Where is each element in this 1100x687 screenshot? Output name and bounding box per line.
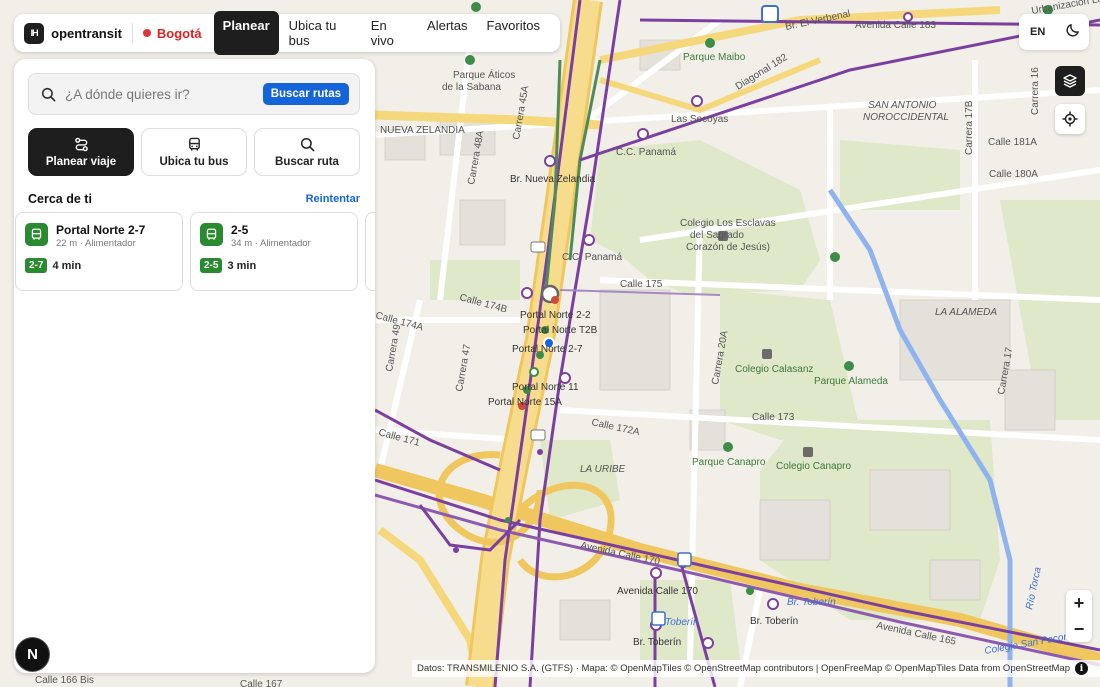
topbar-divider (131, 23, 133, 43)
mode-tabs: Planear viaje Ubica tu bus Buscar ruta (28, 128, 360, 176)
search-routes-button[interactable]: Buscar rutas (262, 83, 349, 105)
label-parque-maibo: Parque Maibo (683, 52, 746, 63)
nextjs-devtools-button[interactable]: N (16, 638, 49, 671)
label-portal-norte-11: Portal Norte 11 (512, 382, 579, 393)
label-colegio-calasanz: Colegio Calasanz (735, 364, 813, 375)
layers-button[interactable] (1055, 66, 1085, 96)
nearby-header: Cerca de ti Reintentar (28, 192, 360, 206)
label-la-uribe: LA URIBE (580, 464, 626, 475)
main-nav: Planear Ubica tu bus En vivo Alertas Fav… (213, 11, 550, 55)
nav-favoritos[interactable]: Favoritos (478, 11, 549, 55)
nearby-stop-card[interactable]: 2-5 34 m · Alimentador 2-5 3 min (190, 212, 358, 291)
mode-planear-viaje[interactable]: Planear viaje (28, 128, 134, 176)
destination-search-input[interactable] (65, 86, 263, 102)
zoom-in-button[interactable]: + (1066, 590, 1092, 616)
label-br-toberin-2: Br. Toberín (787, 597, 836, 608)
top-navigation-bar: IH opentransit Bogotá Planear Ubica tu b… (14, 11, 560, 55)
label-portal-norte-15a: Portal Norte 15A (488, 397, 562, 408)
label-colegio-esclavas-2: del Sagrado (690, 230, 744, 241)
crosshair-icon (1062, 111, 1078, 127)
retry-link[interactable]: Reintentar (306, 193, 360, 205)
label-colegio-esclavas-3: Corazón de Jesús) (686, 242, 770, 253)
zoom-out-button[interactable]: − (1066, 616, 1092, 642)
nav-planear[interactable]: Planear (213, 11, 279, 55)
dark-mode-moon-icon[interactable] (1066, 22, 1081, 42)
stop-name: Portal Norte 2-7 (56, 223, 146, 237)
label-la-alameda: LA ALAMEDA (935, 307, 997, 318)
opentransit-logo-icon[interactable]: IH (24, 22, 45, 44)
label-portal-norte-t2b: Portal Norte T2B (523, 325, 598, 336)
label-calle-175: Calle 175 (620, 279, 663, 290)
city-selector[interactable]: Bogotá (142, 25, 202, 41)
mode-buscar-ruta[interactable]: Buscar ruta (254, 128, 360, 176)
label-parque-aticos-2: de la Sabana (442, 82, 501, 93)
bus-icon (188, 137, 200, 151)
zoom-controls: + − (1066, 590, 1092, 642)
header-controls: EN (1019, 14, 1089, 50)
mode-label: Ubica tu bus (159, 155, 229, 168)
label-san-antonio: SAN ANTONIO (868, 100, 937, 111)
label-calle-181a: Calle 181A (988, 137, 1037, 148)
mode-ubica-tu-bus[interactable]: Ubica tu bus (141, 128, 247, 176)
label-toberin: Toberín (665, 617, 699, 628)
label-carrera-16: Carrera 16 (1030, 67, 1041, 115)
stop-route-row: 2-7 4 min (25, 258, 81, 273)
label-parque-aticos: Parque Áticos (453, 68, 515, 81)
nav-alertas[interactable]: Alertas (418, 11, 476, 55)
label-las-secoyas: Las Secoyas (671, 114, 728, 125)
nearby-stop-card[interactable]: Portal Norte 2-7 22 m · Alimentador 2-7 … (15, 212, 183, 291)
mode-label: Buscar ruta (275, 155, 339, 168)
info-icon[interactable]: i (1075, 662, 1088, 675)
label-cc-panama-2: C.C. Panamá (562, 252, 622, 263)
nearby-stop-card-partial[interactable] (365, 212, 375, 291)
label-avenida-calle-183: Avenida Calle 183 (855, 20, 936, 31)
label-portal-norte-2-7: Portal Norte 2-7 (512, 344, 583, 355)
label-cc-panama: C.C. Panamá (616, 147, 676, 158)
stop-route-row: 2-5 3 min (200, 258, 256, 273)
label-calle-167: Calle 167 (240, 679, 283, 687)
city-dot-icon (142, 29, 151, 37)
label-calle-166-bis: Calle 166 Bis (35, 675, 94, 686)
language-toggle[interactable]: EN (1030, 26, 1045, 38)
attribution-text[interactable]: Datos: TRANSMILENIO S.A. (GTFS) · Mapa: … (417, 663, 1070, 674)
brand-name[interactable]: opentransit (51, 26, 122, 41)
search-icon (300, 137, 314, 151)
destination-search-bar: Buscar rutas (28, 73, 360, 115)
label-nueva-zelandia: NUEVA ZELANDIA (380, 125, 465, 136)
arrival-eta: 3 min (227, 259, 257, 272)
label-carrera-17b: Carrera 17B (964, 100, 975, 155)
nearby-title: Cerca de ti (28, 192, 92, 206)
nearby-stops-carousel[interactable]: Portal Norte 2-7 22 m · Alimentador 2-7 … (15, 212, 375, 292)
layers-icon (1063, 74, 1077, 88)
label-br-toberin-3: Br. Toberín (750, 616, 798, 627)
label-parque-alameda: Parque Alameda (814, 376, 888, 387)
stop-meta: 34 m · Alimentador (231, 238, 311, 249)
label-calle-180a: Calle 180A (989, 169, 1038, 180)
locate-me-button[interactable] (1055, 104, 1085, 134)
bus-icon (25, 223, 48, 246)
nav-ubica-tu-bus[interactable]: Ubica tu bus (280, 11, 361, 55)
label-colegio-canapro: Colegio Canapro (776, 461, 851, 472)
label-calle-173: Calle 173 (752, 412, 795, 423)
label-br-toberin: Br. Toberín (633, 637, 681, 648)
bus-icon (200, 223, 223, 246)
city-name: Bogotá (156, 25, 202, 41)
route-badge: 2-5 (200, 258, 223, 273)
label-portal-norte-2-2: Portal Norte 2-2 (520, 310, 591, 321)
route-badge: 2-7 (25, 258, 48, 273)
label-colegio-esclavas-1: Colegio Los Esclavas (680, 218, 776, 229)
label-avenida-calle-170: Avenida Calle 170 (617, 586, 698, 597)
planner-panel: Buscar rutas Planear viaje Ubica tu bus (14, 59, 375, 673)
map-attribution: Datos: TRANSMILENIO S.A. (GTFS) · Mapa: … (412, 660, 1100, 677)
mode-label: Planear viaje (45, 155, 117, 168)
arrival-eta: 4 min (52, 259, 82, 272)
nav-en-vivo[interactable]: En vivo (362, 11, 417, 55)
route-icon (74, 137, 88, 151)
label-br-nueva-zelandia: Br. Nueva Zelandia (510, 174, 595, 185)
label-parque-canapro: Parque Canapro (692, 457, 766, 468)
label-noroccidental: NOROCCIDENTAL (863, 112, 949, 123)
search-icon (41, 87, 56, 101)
stop-meta: 22 m · Alimentador (56, 238, 136, 249)
stop-name: 2-5 (231, 223, 249, 237)
